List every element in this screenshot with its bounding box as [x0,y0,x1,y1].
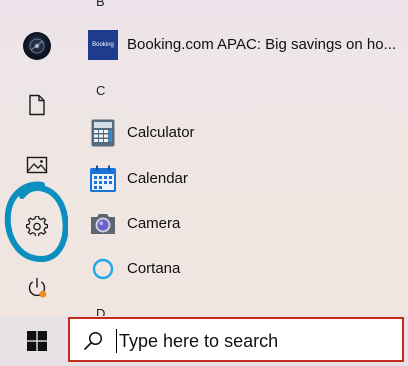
text-caret [116,329,117,353]
calendar-icon [88,164,118,194]
app-list: B Booking Booking.com APAC: Big savings … [82,0,408,316]
pictures-button[interactable] [21,149,53,181]
app-item-label: Cortana [127,260,181,277]
windows-logo-icon [27,331,47,351]
app-item-camera[interactable]: Camera [82,205,408,243]
cortana-icon [88,254,118,284]
documents-button[interactable] [21,89,53,121]
booking-tile-text: Booking [88,30,118,60]
avatar [23,32,51,60]
app-item-calculator[interactable]: Calculator [82,114,408,152]
start-menu-rail [0,0,74,316]
document-icon [29,94,45,116]
group-header-b[interactable]: B [96,0,105,9]
settings-button[interactable] [21,211,53,243]
search-placeholder: Type here to search [119,331,279,351]
app-item-calendar[interactable]: Calendar [82,160,408,198]
taskbar: Type here to search [0,316,408,366]
group-header-d[interactable]: D [96,306,105,316]
gear-icon [26,216,48,237]
booking-tile-icon: Booking [88,30,118,60]
update-badge [39,290,47,298]
app-item-label: Camera [127,215,181,232]
search-icon [84,331,103,350]
start-menu: B Booking Booking.com APAC: Big savings … [0,0,408,316]
camera-icon [88,209,118,239]
power-button[interactable] [21,272,53,304]
picture-icon [26,156,48,174]
app-item-label: Calendar [127,170,188,187]
app-item-booking[interactable]: Booking Booking.com APAC: Big savings on… [82,26,408,64]
power-icon [28,277,47,298]
search-box[interactable]: Type here to search [68,317,404,362]
calculator-icon [88,118,118,148]
start-button[interactable] [14,316,60,366]
app-item-label: Calculator [127,124,195,141]
group-header-c[interactable]: C [96,83,105,98]
app-item-label: Booking.com APAC: Big savings on ho... [127,36,397,53]
app-item-cortana[interactable]: Cortana [82,250,408,288]
user-avatar-button[interactable] [21,30,53,62]
